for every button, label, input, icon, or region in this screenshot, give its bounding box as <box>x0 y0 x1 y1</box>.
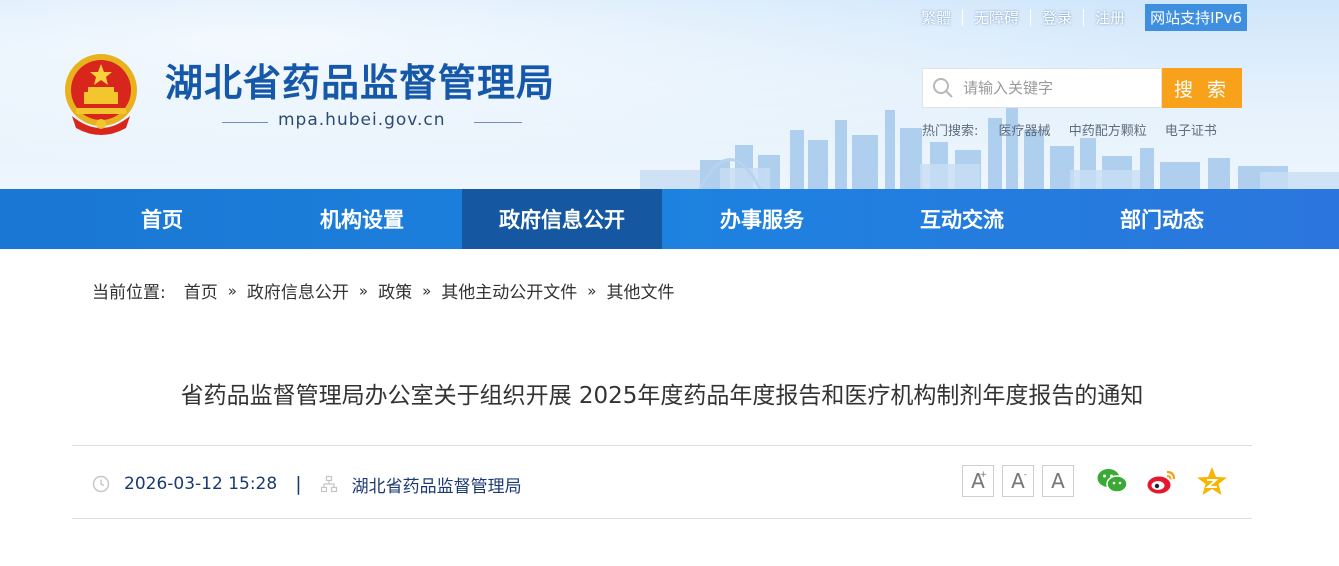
breadcrumb-separator: » <box>358 281 369 300</box>
site-url-row: mpa.hubei.gov.cn <box>222 110 522 134</box>
national-emblem-icon <box>65 54 137 135</box>
accessibility-link[interactable]: 无障碍 <box>963 7 1030 28</box>
search-icon <box>923 68 963 108</box>
nav-item-gov-info[interactable]: 政府信息公开 <box>462 189 662 249</box>
breadcrumb-other-files[interactable]: 其他文件 <box>606 278 674 303</box>
breadcrumb-other-public-files[interactable]: 其他主动公开文件 <box>441 278 577 303</box>
traditional-chinese-link[interactable]: 繁體 <box>910 7 962 28</box>
nav-item-news[interactable]: 部门动态 <box>1062 189 1262 249</box>
font-reset-label: A <box>1051 469 1065 493</box>
nav-item-home[interactable]: 首页 <box>62 189 262 249</box>
article-source: 湖北省药品监督管理局 <box>351 476 522 497</box>
breadcrumb-separator: » <box>227 281 237 300</box>
search-box <box>922 68 1162 108</box>
breadcrumb-gov-info[interactable]: 政府信息公开 <box>247 278 349 303</box>
share-tools <box>1096 466 1228 496</box>
meta-divider: | <box>295 473 302 495</box>
font-decrease-button[interactable]: A - <box>1002 465 1034 497</box>
hot-search: 热门搜索: 医疗器械 中药配方颗粒 电子证书 <box>922 120 1231 139</box>
font-increase-sup: + <box>979 470 987 480</box>
top-links: 繁體 无障碍 登录 注册 网站支持IPv6 <box>910 3 1247 31</box>
weibo-icon[interactable] <box>1146 466 1178 496</box>
breadcrumb-separator: » <box>422 281 432 300</box>
site-title[interactable]: 湖北省药品监督管理局 <box>165 52 555 107</box>
nav-item-interaction[interactable]: 互动交流 <box>862 189 1062 249</box>
url-right-line <box>474 122 522 123</box>
site-header: 湖北省药品监督管理局 mpa.hubei.gov.cn 繁體 无障碍 登录 注册… <box>0 0 1339 189</box>
nav-item-services[interactable]: 办事服务 <box>662 189 862 249</box>
url-left-line <box>222 122 268 123</box>
ipv6-badge: 网站支持IPv6 <box>1145 3 1247 31</box>
login-link[interactable]: 登录 <box>1031 7 1083 28</box>
divider-line <box>72 518 1252 519</box>
nav-item-organization[interactable]: 机构设置 <box>262 189 462 249</box>
breadcrumb-label: 当前位置: <box>92 283 166 303</box>
font-size-tools: A + A - A <box>962 465 1074 497</box>
font-decrease-sup: - <box>1023 470 1027 480</box>
breadcrumb-policy[interactable]: 政策 <box>378 278 412 303</box>
font-reset-button[interactable]: A <box>1042 465 1074 497</box>
breadcrumb-home[interactable]: 首页 <box>184 278 218 303</box>
register-link[interactable]: 注册 <box>1084 7 1136 28</box>
city-skyline-decoration <box>640 100 1339 189</box>
hot-search-term[interactable]: 中药配方颗粒 <box>1069 124 1147 139</box>
hot-search-term[interactable]: 医疗器械 <box>999 124 1051 139</box>
hot-search-label: 热门搜索: <box>922 124 979 139</box>
article-meta: 2026-03-12 15:28 | 湖北省药品监督管理局 <box>92 470 522 498</box>
breadcrumb-separator: » <box>587 281 597 300</box>
font-increase-button[interactable]: A + <box>962 465 994 497</box>
publish-datetime: 2026-03-12 15:28 <box>124 474 278 494</box>
search-input[interactable] <box>963 70 1158 106</box>
article-title: 省药品监督管理局办公室关于组织开展 2025年度药品年度报告和医疗机构制剂年度报… <box>180 383 1144 409</box>
clock-icon <box>92 475 110 493</box>
organization-icon <box>320 475 337 493</box>
main-nav: 首页 机构设置 政府信息公开 办事服务 互动交流 部门动态 <box>0 189 1339 249</box>
divider-line <box>72 445 1252 446</box>
wechat-icon[interactable] <box>1096 466 1128 496</box>
qzone-icon[interactable] <box>1196 466 1228 496</box>
search-button[interactable]: 搜 索 <box>1162 68 1242 108</box>
site-url: mpa.hubei.gov.cn <box>278 110 446 130</box>
breadcrumb: 当前位置: 首页 » 政府信息公开 » 政策 » 其他主动公开文件 » 其他文件 <box>92 278 674 304</box>
hot-search-term[interactable]: 电子证书 <box>1165 124 1217 139</box>
